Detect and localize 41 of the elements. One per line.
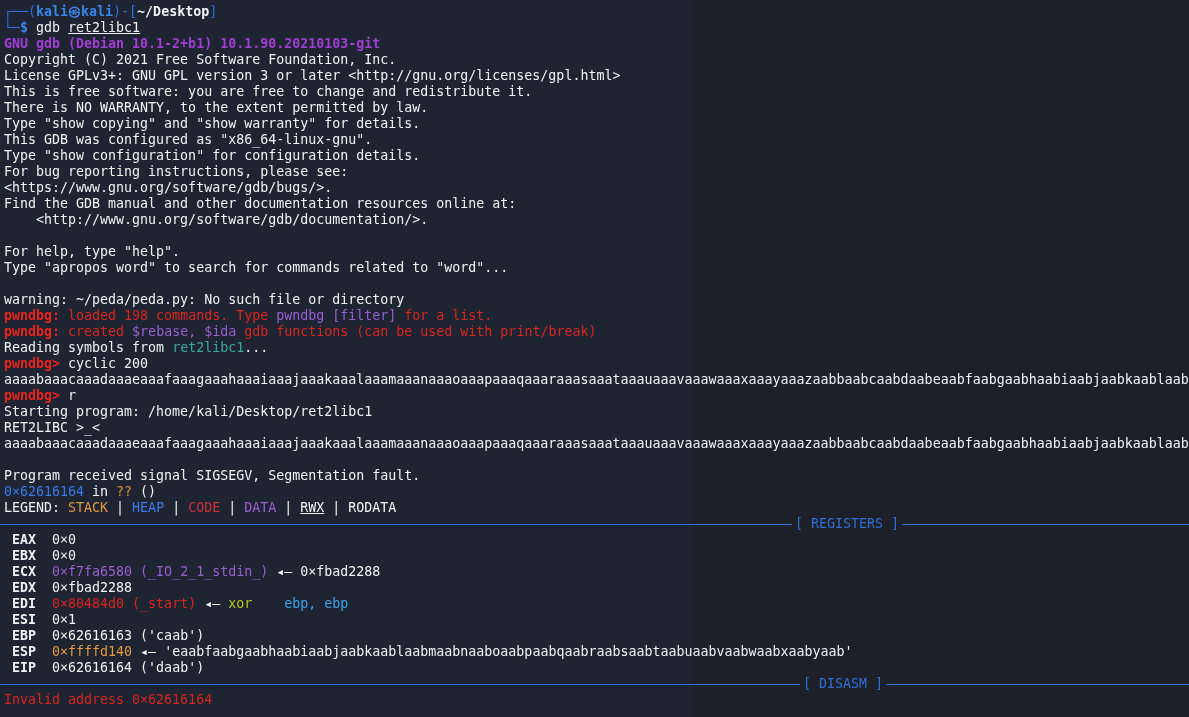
terminal-line: Type "apropos word" to search for commands related to "word"... xyxy=(4,260,509,275)
terminal-line: Starting program: /home/kali/Desktop/ret2libc1 xyxy=(4,404,373,419)
terminal-line: pwndbg> cyclic 200 xyxy=(4,356,149,371)
section-label: [ DISASM ] xyxy=(802,676,885,692)
terminal-line: LEGEND: STACK | HEAP | CODE | DATA | RWX | RODATA xyxy=(4,500,397,515)
terminal-line: └─$ gdb ret2libc1 xyxy=(4,20,141,35)
terminal-line: This GDB was configured as "x86_64-linux-gnu". xyxy=(4,132,373,147)
terminal-line: Program received signal SIGSEGV, Segmentation fault. xyxy=(4,468,421,483)
terminal-line: EIP 0×62616164 ('daab') xyxy=(11,660,205,675)
terminal-line: EAX 0×0 xyxy=(11,532,77,547)
terminal-line: License GPLv3+: GNU GPL version 3 or later <http://gnu.org/licenses/gpl.html> xyxy=(4,68,621,83)
terminal-line: Invalid address 0×62616164 xyxy=(4,692,213,707)
terminal-line: pwndbg> r xyxy=(4,388,77,403)
terminal-line: EBP 0×62616163 ('caab') xyxy=(11,628,205,643)
terminal-line: ┌──(kali㉿kali)-[~/Desktop] xyxy=(4,4,218,19)
terminal-line: ECX 0×f7fa6580 (_IO_2_1_stdin_) ◂— 0×fbad2288 xyxy=(11,564,381,579)
terminal-line: pwndbg: loaded 198 commands. Type pwndbg [filter] for a list. xyxy=(4,308,493,323)
terminal-line: For bug reporting instructions, please see: xyxy=(4,164,349,179)
terminal-line: Type "show configuration" for configuration details. xyxy=(4,148,421,163)
terminal-line: EBX 0×0 xyxy=(11,548,77,563)
terminal-line: ESP 0×ffffd140 ◂— 'eaabfaabgaabhaabiaabjaabkaablaabmaabnaaboaabpaabqaabraabsaabtaabuaabvaabwaabxaabyaab' xyxy=(11,644,853,659)
terminal-line: pwndbg: created $rebase, $ida gdb functions (can be used with print/break) xyxy=(4,324,597,339)
terminal-line: For help, type "help". xyxy=(4,244,181,259)
terminal-line: <https://www.gnu.org/software/gdb/bugs/>. xyxy=(4,180,333,195)
terminal-line: GNU gdb (Debian 10.1-2+b1) 10.1.90.20210103-git xyxy=(4,36,381,51)
terminal-line: 0×62616164 in ?? () xyxy=(4,484,157,499)
terminal-line: Type "show copying" and "show warranty" for details. xyxy=(4,116,421,131)
terminal-line: ESI 0×1 xyxy=(11,612,77,627)
terminal-line: EDX 0×fbad2288 xyxy=(11,580,133,595)
terminal-line: This is free software: you are free to change and redistribute it. xyxy=(4,84,533,99)
terminal-line: aaaabaaacaaadaaaeaaafaaagaaahaaaiaaajaaakaaalaaamaaanaaaoaaapaaaqaaaraaasaaataaauaaavaaawaaaxaaayaaazaabbaabcaabdaabeaabfaabgaabhaabiaabjaabkaablaab xyxy=(4,372,1189,387)
terminal-line: <http://www.gnu.org/software/gdb/documentation/>. xyxy=(35,212,429,227)
terminal-line: Copyright (C) 2021 Free Software Foundation, Inc. xyxy=(4,52,397,67)
terminal-line: RET2LIBC >_< xyxy=(4,420,101,435)
section-label: [ REGISTERS ] xyxy=(794,516,901,532)
terminal-line: EDI 0×80484d0 (_start) ◂— xor ebp, ebp xyxy=(11,596,349,611)
terminal-line: There is NO WARRANTY, to the extent permitted by law. xyxy=(4,100,429,115)
terminal-line: Find the GDB manual and other documentation resources online at: xyxy=(4,196,517,211)
terminal-line: Reading symbols from ret2libc1... xyxy=(4,340,269,355)
terminal-line: aaaabaaacaaadaaaeaaafaaagaaahaaaiaaajaaakaaalaaamaaanaaaoaaapaaaqaaaraaasaaataaauaaavaaawaaaxaaayaaazaabbaabcaabdaabeaabfaabgaabhaabiaabjaabkaablaab xyxy=(4,436,1189,451)
terminal-line: warning: ~/peda/peda.py: No such file or directory xyxy=(4,292,405,307)
